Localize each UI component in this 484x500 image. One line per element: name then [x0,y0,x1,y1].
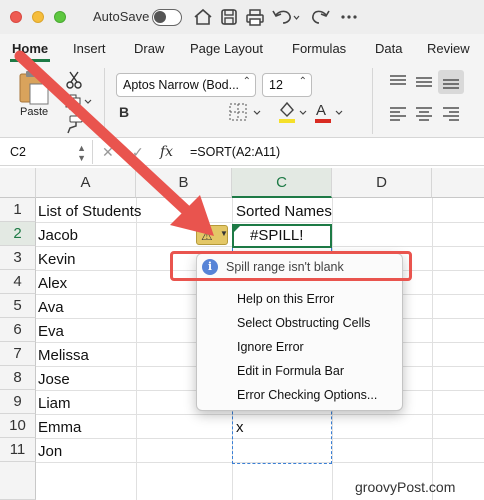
watermark: groovyPost.com [355,479,456,495]
annotation-arrow [14,50,214,236]
